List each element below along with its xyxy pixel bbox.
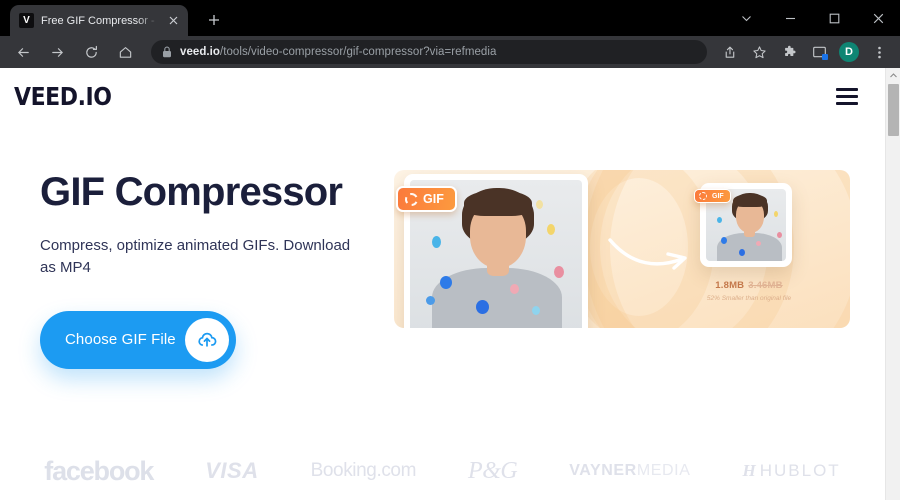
hublot-label: HUBLOT: [759, 461, 841, 480]
processing-spinner-icon: [405, 192, 418, 206]
savings-note: 52% Smaller than original file: [706, 295, 792, 302]
choose-gif-file-button[interactable]: Choose GIF File: [40, 310, 236, 369]
partner-logo-facebook: facebook: [44, 455, 154, 486]
partner-logo-vaynermedia: VAYNERMEDIA: [569, 462, 690, 480]
vayner-bold: VAYNER: [569, 462, 637, 479]
url-text: veed.io/tools/video-compressor/gif-compr…: [180, 46, 496, 58]
scrollbar-thumb[interactable]: [888, 84, 899, 136]
partner-logo-hublot: H HUBLOT: [743, 461, 841, 481]
home-icon[interactable]: [111, 38, 139, 66]
browser-toolbar: veed.io/tools/video-compressor/gif-compr…: [0, 36, 900, 68]
toolbar-icons: D: [714, 39, 894, 65]
address-bar[interactable]: veed.io/tools/video-compressor/gif-compr…: [151, 40, 707, 64]
reload-icon[interactable]: [77, 38, 105, 66]
back-arrow-icon[interactable]: [9, 38, 37, 66]
illustration-panel: GIF GIF 1.8MB 3.46MB 52% Smaller than or…: [394, 170, 850, 328]
window-controls: [724, 0, 900, 36]
cast-status-dot: [822, 54, 828, 60]
original-gif-card: GIF: [396, 174, 588, 328]
url-path: /tools/video-compressor/gif-compressor?v…: [219, 46, 497, 58]
bookmark-star-icon[interactable]: [746, 39, 772, 65]
lock-icon: [162, 46, 172, 58]
cast-icon[interactable]: [806, 39, 832, 65]
compression-stats: 1.8MB 3.46MB 52% Smaller than original fi…: [684, 280, 814, 302]
share-icon[interactable]: [716, 39, 742, 65]
hero-section: GIF Compressor Compress, optimize animat…: [0, 124, 900, 369]
original-size: 3.46MB: [748, 280, 783, 291]
hamburger-menu-icon[interactable]: [834, 82, 860, 111]
hero-illustration: GIF GIF 1.8MB 3.46MB 52% Smaller than or…: [394, 170, 850, 328]
window-close-icon[interactable]: [856, 1, 900, 35]
maximize-icon[interactable]: [812, 1, 856, 35]
compressed-gif-card: GIF: [694, 183, 792, 267]
profile-avatar[interactable]: D: [839, 42, 859, 62]
compressed-size: 1.8MB: [715, 280, 745, 291]
curved-arrow-icon: [608, 238, 687, 270]
chevron-down-icon[interactable]: [724, 1, 768, 35]
browser-tab[interactable]: V Free GIF Compressor - Compress: [10, 5, 188, 36]
partner-logo-pg: P&G: [468, 457, 518, 484]
tab-title: Free GIF Compressor - Compress: [41, 14, 158, 27]
gif-badge-original: GIF: [396, 186, 457, 212]
vayner-light: MEDIA: [636, 462, 691, 479]
veed-logo[interactable]: VEED.IO: [14, 82, 112, 111]
hublot-mark-icon: H: [742, 461, 756, 480]
new-tab-button[interactable]: [200, 6, 228, 34]
size-comparison: 1.8MB 3.46MB: [684, 280, 814, 291]
extensions-puzzle-icon[interactable]: [776, 39, 802, 65]
site-header: VEED.IO: [0, 68, 900, 124]
close-icon[interactable]: [165, 13, 181, 29]
tab-strip: V Free GIF Compressor - Compress: [0, 0, 900, 36]
partner-logo-booking: Booking.com: [310, 460, 417, 481]
scroll-up-arrow-icon[interactable]: [886, 68, 900, 82]
page-viewport: VEED.IO GIF Compressor Compress, optimiz…: [0, 68, 900, 500]
browser-menu-icon[interactable]: [866, 39, 892, 65]
hero-subtitle: Compress, optimize animated GIFs. Downlo…: [40, 237, 351, 276]
partner-logo-visa: VISA: [205, 458, 259, 483]
cta-label: Choose GIF File: [65, 331, 176, 348]
gif-badge-label-small: GIF: [712, 192, 724, 200]
partner-logos: facebook VISA Booking.com P&G VAYNERMEDI…: [0, 442, 885, 500]
url-domain: veed.io: [180, 46, 220, 58]
gif-badge-label: GIF: [423, 192, 444, 206]
cloud-upload-icon: [185, 317, 229, 362]
page-scrollbar[interactable]: [885, 68, 900, 500]
processing-spinner-icon: [699, 192, 707, 200]
minimize-icon[interactable]: [768, 1, 812, 35]
page-title: GIF Compressor: [40, 170, 343, 214]
tab-favicon: V: [19, 13, 34, 28]
forward-arrow-icon[interactable]: [43, 38, 71, 66]
gif-badge-compressed: GIF: [694, 189, 731, 203]
browser-chrome: V Free GIF Compressor - Compress: [0, 0, 900, 68]
hero-copy: GIF Compressor Compress, optimize animat…: [0, 170, 390, 369]
